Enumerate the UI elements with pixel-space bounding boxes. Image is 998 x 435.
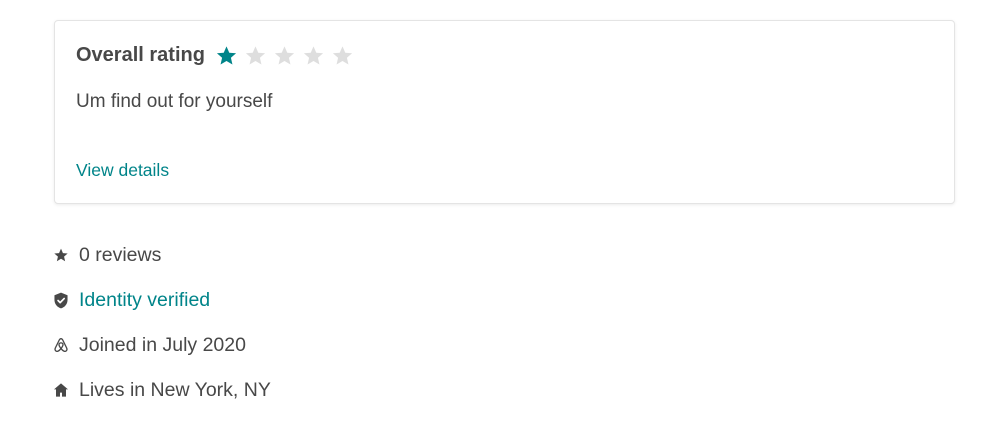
lives-in-label: Lives in New York, NY: [79, 378, 271, 401]
joined-date-label: Joined in July 2020: [79, 333, 246, 356]
review-card: Overall rating Um find out for yourself …: [54, 20, 955, 204]
reviews-count-item: 0 reviews: [52, 240, 271, 270]
rating-stars: [215, 44, 354, 67]
star-filled-icon: [215, 44, 238, 67]
review-text: Um find out for yourself: [76, 91, 273, 112]
star-empty-icon: [244, 44, 267, 67]
view-details-link[interactable]: View details: [76, 160, 169, 181]
star-empty-icon: [273, 44, 296, 67]
house-icon: [52, 381, 70, 399]
reviews-count-label: 0 reviews: [79, 243, 162, 266]
shield-check-icon: [52, 291, 70, 309]
profile-info-list: 0 reviews Identity verified Joined in Ju…: [52, 240, 271, 420]
star-icon: [52, 246, 70, 264]
identity-verified-link[interactable]: Identity verified: [79, 289, 210, 312]
airbnb-logo-icon: [52, 336, 70, 354]
star-empty-icon: [331, 44, 354, 67]
identity-verified-item[interactable]: Identity verified: [52, 285, 271, 315]
joined-date-item: Joined in July 2020: [52, 330, 271, 360]
overall-rating-title: Overall rating: [76, 43, 205, 66]
star-empty-icon: [302, 44, 325, 67]
overall-rating-row: Overall rating: [76, 41, 354, 69]
lives-in-item: Lives in New York, NY: [52, 375, 271, 405]
